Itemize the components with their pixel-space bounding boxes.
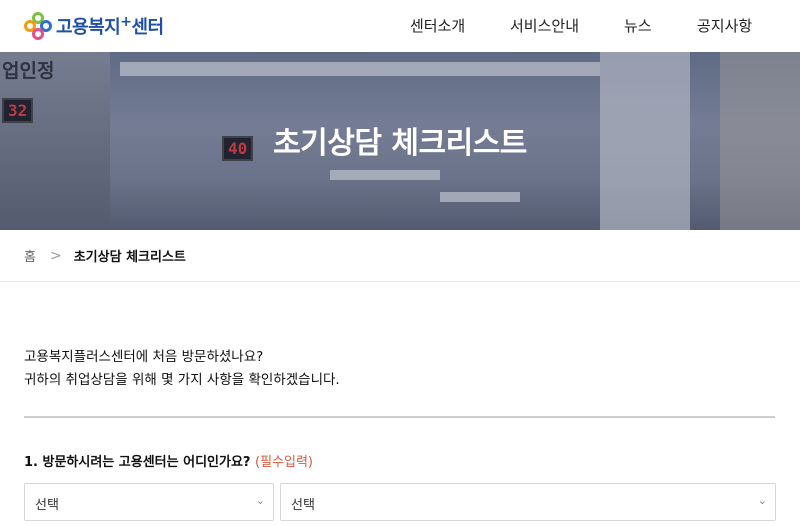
- breadcrumb-current: 초기상담 체크리스트: [73, 250, 186, 265]
- chevron-right-icon: >: [49, 247, 62, 264]
- intro-line-1: 고용복지플러스센터에 처음 방문하셨나요?: [24, 349, 264, 365]
- nav-service-guide[interactable]: 서비스안내: [510, 15, 579, 36]
- chevron-down-icon: ⌄: [255, 494, 265, 507]
- nav-center-intro[interactable]: 센터소개: [410, 15, 465, 36]
- center-select-value: 선택: [291, 498, 315, 513]
- region-select[interactable]: 선택 ⌄: [24, 483, 274, 521]
- page-title: 초기상담 체크리스트: [273, 126, 527, 161]
- intro-line-2: 귀하의 취업상담을 위해 몇 가지 사항을 확인하겠습니다.: [24, 372, 340, 388]
- intro-text: 고용복지플러스센터에 처음 방문하셨나요? 귀하의 취업상담을 위해 몇 가지 …: [24, 346, 340, 392]
- hero-banner: 업인정 32 40 초기상담 체크리스트: [0, 52, 800, 230]
- center-select[interactable]: 선택 ⌄: [280, 483, 776, 521]
- chevron-down-icon: ⌄: [757, 494, 767, 507]
- section-divider: [24, 416, 775, 418]
- breadcrumb: 홈 > 초기상담 체크리스트: [0, 230, 800, 282]
- question-1: 1. 방문하시려는 고용센터는 어디인가요? (필수입력): [24, 451, 313, 470]
- question-1-label: 1. 방문하시려는 고용센터는 어디인가요?: [24, 455, 251, 470]
- required-badge: (필수입력): [255, 455, 313, 470]
- region-select-value: 선택: [35, 498, 59, 513]
- nav-notice[interactable]: 공지사항: [697, 15, 752, 36]
- nav-news[interactable]: 뉴스: [624, 15, 652, 36]
- site-header: 고용복지+센터 센터소개 서비스안내 뉴스 공지사항: [0, 0, 800, 52]
- breadcrumb-home[interactable]: 홈: [24, 246, 36, 265]
- main-nav: 센터소개 서비스안내 뉴스 공지사항: [0, 0, 800, 52]
